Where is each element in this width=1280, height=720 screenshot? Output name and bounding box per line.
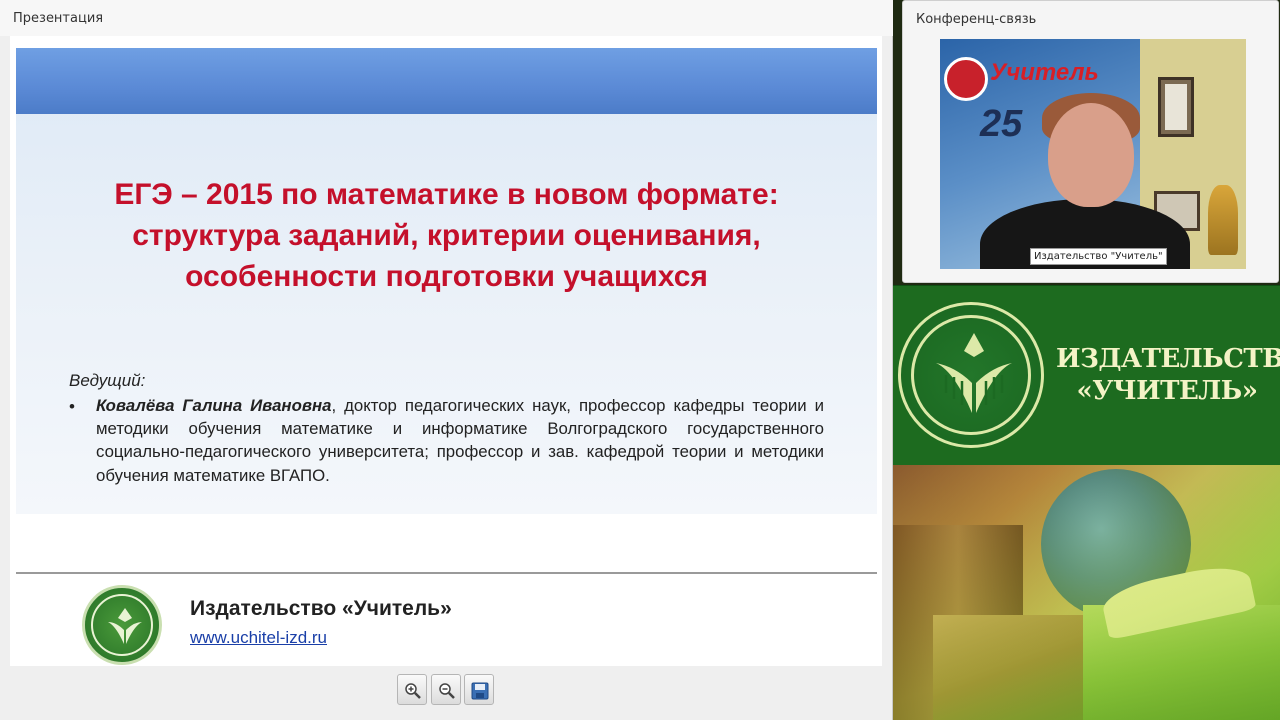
- video-caption: Издательство "Учитель": [1030, 248, 1167, 265]
- conference-panel-title: Конференц-связь: [916, 12, 1037, 27]
- books-globe-image: [893, 465, 1280, 720]
- slide: ЕГЭ – 2015 по математике в новом формате…: [16, 48, 877, 514]
- backdrop-banner-number: 25: [980, 103, 1023, 145]
- publisher-banner-text: ИЗДАТЕЛЬСТВО «УЧИТЕЛЬ»: [1056, 343, 1280, 407]
- host-name: Ковалёва Галина Ивановна: [96, 396, 332, 415]
- publisher-banner-logo: [898, 302, 1044, 448]
- host-description: Ковалёва Галина Ивановна, доктор педагог…: [96, 394, 824, 487]
- backdrop-banner-text: Учитель: [990, 59, 1099, 86]
- publisher-name: Издательство «Учитель»: [190, 597, 452, 620]
- book-logo-icon: [936, 333, 1012, 413]
- slide-title: ЕГЭ – 2015 по математике в новом формате…: [36, 174, 857, 297]
- slide-title-line-1: ЕГЭ – 2015 по математике в новом формате…: [114, 178, 779, 211]
- slide-area: ЕГЭ – 2015 по математике в новом формате…: [10, 36, 882, 666]
- presentation-header: Презентация: [0, 0, 893, 36]
- slide-title-line-2: структура заданий, критерии оценивания,: [132, 219, 761, 252]
- wall-frame-image: [1158, 77, 1194, 137]
- publisher-banner-line-1: ИЗДАТЕЛЬСТВО: [1056, 344, 1280, 374]
- presentation-panel: Презентация ЕГЭ – 2015 по математике в н…: [0, 0, 893, 720]
- zoom-out-icon: [439, 683, 455, 699]
- save-icon: [471, 682, 489, 700]
- host-label: Ведущий:: [69, 371, 146, 390]
- conference-panel: Конференц-связь Учитель 25 Издательство …: [902, 0, 1279, 283]
- slide-divider: [16, 572, 877, 574]
- video-feed[interactable]: Учитель 25 Издательство "Учитель": [940, 39, 1246, 269]
- presentation-panel-title: Презентация: [13, 11, 104, 26]
- publisher-website-link[interactable]: www.uchitel-izd.ru: [190, 628, 327, 648]
- speaker-head: [1048, 103, 1134, 207]
- zoom-out-button[interactable]: [431, 674, 461, 705]
- trophy-image: [1208, 185, 1238, 255]
- publisher-logo: [82, 585, 162, 665]
- save-button[interactable]: [464, 674, 494, 705]
- zoom-in-button[interactable]: [397, 674, 427, 705]
- book-logo-icon: [108, 608, 142, 644]
- slide-title-line-3: особенности подготовки учащихся: [185, 260, 708, 293]
- zoom-in-icon: [405, 683, 421, 699]
- slide-header-band: [16, 48, 877, 114]
- bullet-point: •: [69, 397, 75, 416]
- publisher-banner-line-2: «УЧИТЕЛЬ»: [1076, 376, 1258, 406]
- publisher-banner: ИЗДАТЕЛЬСТВО «УЧИТЕЛЬ»: [893, 285, 1280, 465]
